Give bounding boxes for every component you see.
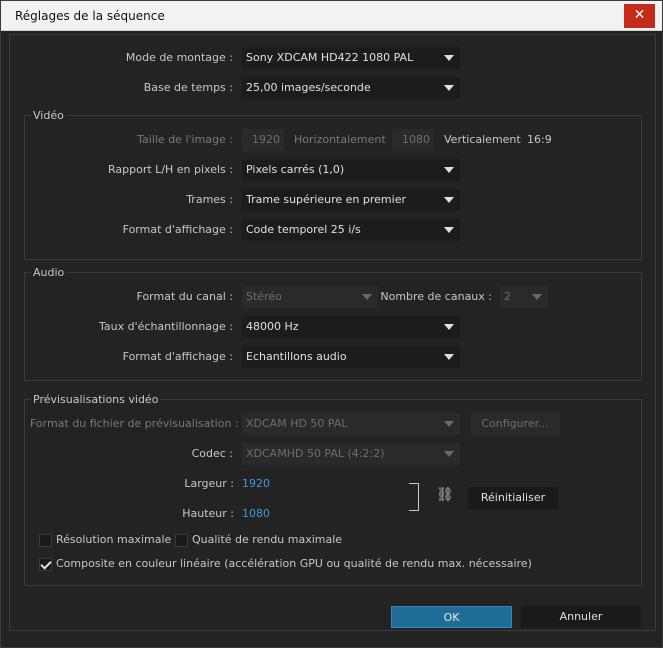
configure-button[interactable]: Configurer...: [470, 413, 560, 435]
sample-rate-value: 48000 Hz: [246, 320, 299, 333]
fields-dropdown[interactable]: Trame supérieure en premier: [242, 189, 460, 211]
chevron-down-icon: [444, 55, 454, 61]
chevron-down-icon: [444, 167, 454, 173]
timebase-value: 25,00 images/seconde: [246, 81, 371, 94]
timebase-dropdown[interactable]: 25,00 images/seconde: [242, 77, 460, 99]
audio-group-title: Audio: [31, 266, 67, 279]
preview-file-format-label: Format du fichier de prévisualisation :: [30, 417, 239, 430]
frame-width-field[interactable]: 1920: [242, 129, 284, 151]
video-group-title: Vidéo: [31, 109, 66, 122]
num-channels-value: 2: [504, 290, 511, 303]
max-quality-label: Qualité de rendu maximale: [192, 533, 343, 546]
editing-mode-dropdown[interactable]: Sony XDCAM HD422 1080 PAL: [242, 47, 460, 69]
chevron-down-icon: [444, 354, 454, 360]
chevron-down-icon: [444, 324, 454, 330]
aspect-ratio-value: 16:9: [527, 133, 552, 146]
linear-composite-checkbox[interactable]: [39, 558, 52, 571]
sequence-settings-dialog: Réglages de la séquence ✕ Mode de montag…: [0, 0, 663, 648]
window-title: Réglages de la séquence: [15, 9, 165, 23]
pixel-aspect-label: Rapport L/H en pixels :: [108, 163, 233, 176]
video-display-format-dropdown[interactable]: Code temporel 25 i/s: [242, 219, 460, 241]
chevron-down-icon: [444, 421, 454, 427]
preview-file-format-value: XDCAM HD 50 PAL: [246, 417, 348, 430]
reset-button[interactable]: Réinitialiser: [468, 487, 558, 509]
max-resolution-label: Résolution maximale: [56, 533, 172, 546]
chevron-down-icon: [444, 85, 454, 91]
cancel-button[interactable]: Annuler: [521, 606, 641, 628]
max-resolution-checkbox[interactable]: [39, 534, 52, 547]
frame-height-field[interactable]: 1080: [392, 129, 434, 151]
max-quality-checkbox[interactable]: [175, 534, 188, 547]
preview-height-value[interactable]: 1080: [242, 507, 270, 520]
chevron-down-icon: [444, 227, 454, 233]
frame-size-label: Taille de l'image :: [137, 133, 233, 146]
chevron-down-icon: [532, 294, 542, 300]
sample-rate-label: Taux d'échantillonnage :: [99, 320, 233, 333]
sample-rate-dropdown[interactable]: 48000 Hz: [242, 316, 460, 338]
ok-button[interactable]: OK: [391, 606, 512, 628]
video-display-format-label: Format d'affichage :: [122, 223, 233, 236]
channel-format-dropdown[interactable]: Stéréo: [242, 286, 378, 308]
pixel-aspect-value: Pixels carrés (1,0): [246, 163, 345, 176]
preview-file-format-dropdown[interactable]: XDCAM HD 50 PAL: [242, 413, 460, 435]
channel-format-value: Stéréo: [246, 290, 282, 303]
num-channels-label: Nombre de canaux :: [380, 290, 492, 303]
video-previews-group-title: Prévisualisations vidéo: [31, 393, 161, 406]
dialog-content: Mode de montage : Sony XDCAM HD422 1080 …: [9, 34, 656, 631]
audio-display-format-dropdown[interactable]: Echantillons audio: [242, 346, 460, 368]
timebase-label: Base de temps :: [143, 81, 233, 94]
codec-label: Codec :: [191, 447, 233, 460]
preview-width-label: Largeur :: [184, 477, 234, 490]
codec-value: XDCAMHD 50 PAL (4:2:2): [246, 447, 385, 460]
linear-composite-label: Composite en couleur linéaire (accélérat…: [56, 557, 532, 570]
chevron-down-icon: [444, 197, 454, 203]
video-display-format-value: Code temporel 25 i/s: [246, 223, 361, 236]
preview-width-value[interactable]: 1920: [242, 477, 270, 490]
fields-label: Trames :: [186, 193, 233, 206]
editing-mode-label: Mode de montage :: [125, 51, 233, 64]
editing-mode-value: Sony XDCAM HD422 1080 PAL: [246, 51, 414, 64]
chevron-down-icon: [362, 294, 372, 300]
close-button[interactable]: ✕: [624, 4, 655, 28]
codec-dropdown[interactable]: XDCAMHD 50 PAL (4:2:2): [242, 443, 460, 465]
vertical-label: Verticalement: [444, 133, 521, 146]
audio-display-format-value: Echantillons audio: [246, 350, 347, 363]
title-bar: Réglages de la séquence ✕: [1, 1, 662, 31]
horizontal-label: Horizontalement: [294, 133, 386, 146]
audio-display-format-label: Format d'affichage :: [122, 350, 233, 363]
chain-link-icon[interactable]: ⛓: [436, 487, 454, 503]
preview-height-label: Hauteur :: [182, 507, 234, 520]
pixel-aspect-dropdown[interactable]: Pixels carrés (1,0): [242, 159, 460, 181]
fields-value: Trame supérieure en premier: [246, 193, 406, 206]
chevron-down-icon: [444, 451, 454, 457]
dimension-link-bracket: [409, 483, 419, 511]
channel-format-label: Format du canal :: [136, 290, 233, 303]
num-channels-dropdown[interactable]: 2: [500, 286, 548, 308]
